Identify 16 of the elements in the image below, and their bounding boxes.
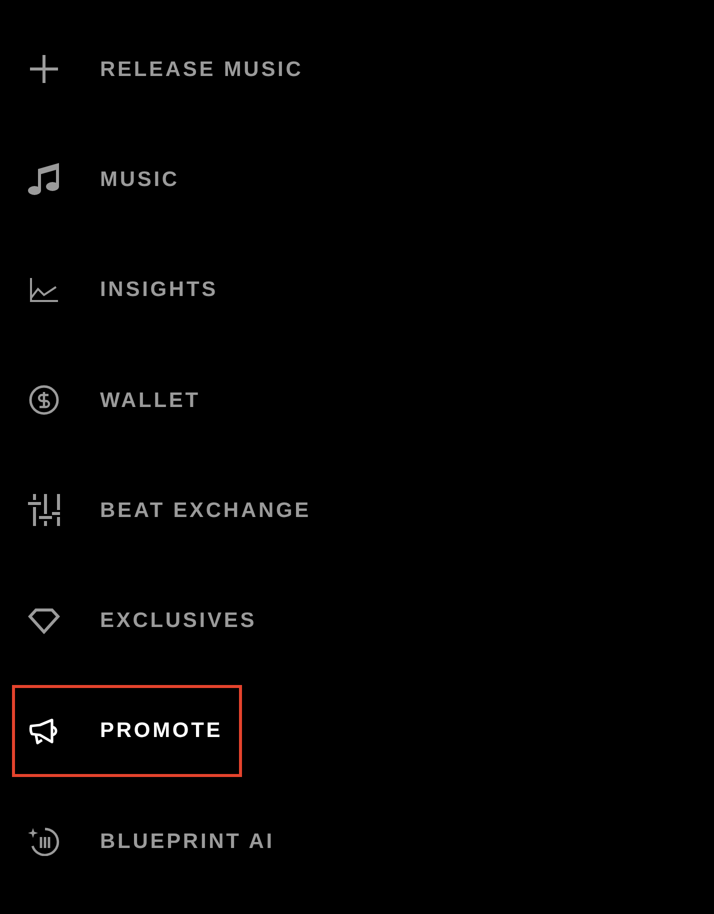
music-note-icon bbox=[28, 163, 60, 196]
sparkle-ring-icon bbox=[28, 826, 60, 856]
nav-item[interactable]: PROMOTE bbox=[12, 684, 242, 777]
nav-item[interactable]: BLUEPRINT AI bbox=[28, 825, 274, 858]
nav-item[interactable]: BEAT EXCHANGE bbox=[28, 494, 312, 526]
sliders-icon bbox=[28, 494, 60, 526]
nav-item[interactable]: EXCLUSIVES bbox=[28, 604, 257, 637]
dollar-coin-icon bbox=[29, 385, 59, 416]
nav-item[interactable]: RELEASE MUSIC bbox=[28, 53, 304, 86]
nav-item[interactable]: WALLET bbox=[28, 384, 200, 416]
nav-item[interactable]: MUSIC bbox=[28, 163, 180, 196]
nav-item[interactable]: INSIGHTS bbox=[28, 274, 218, 306]
plus-icon bbox=[30, 55, 58, 84]
diamond-icon bbox=[28, 608, 60, 634]
line-chart-icon bbox=[30, 278, 58, 302]
megaphone-icon bbox=[28, 716, 60, 745]
